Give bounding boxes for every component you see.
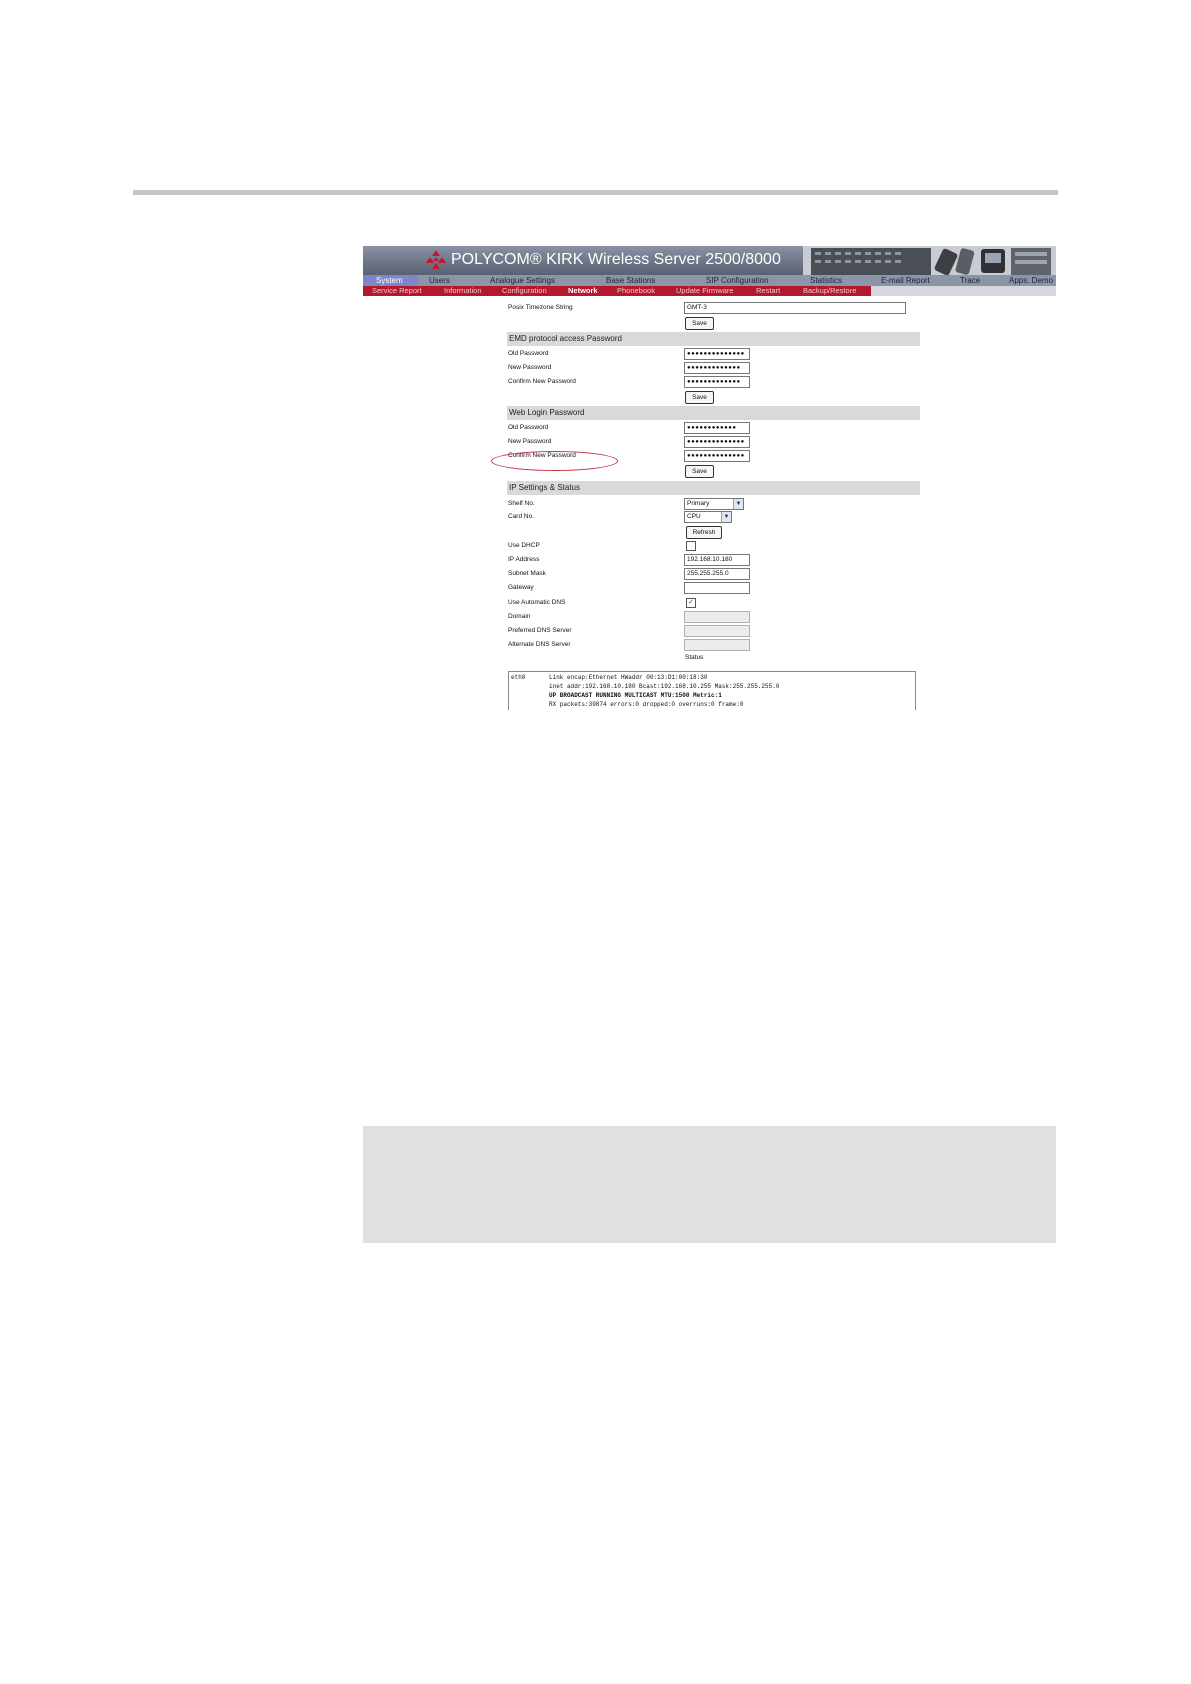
ip-address-label: IP Address: [508, 556, 540, 563]
ip-settings-highlight-ellipse: [491, 451, 618, 471]
refresh-button[interactable]: Refresh: [686, 526, 722, 539]
emd-old-password-label: Old Password: [508, 350, 549, 357]
emd-confirm-password-label: Confirm New Password: [508, 378, 576, 385]
web-new-password-label: New Password: [508, 438, 552, 445]
status-line-2: inet addr:192.168.10.180 Bcast:192.168.1…: [549, 683, 780, 690]
emd-new-password-label: New Password: [508, 364, 552, 371]
status-line-4: RX packets:39874 errors:0 dropped:0 over…: [549, 701, 744, 708]
ip-address-input[interactable]: 192.168.10.180: [684, 554, 750, 566]
preferred-dns-label: Preferred DNS Server: [508, 627, 572, 634]
shelf-no-value: Primary: [687, 500, 710, 507]
status-line-3: UP BROADCAST RUNNING MULTICAST MTU:1500 …: [549, 692, 722, 699]
web-password-section-header: Web Login Password: [507, 406, 920, 420]
note-box: [363, 1126, 1056, 1243]
emd-save-button[interactable]: Save: [685, 391, 714, 404]
domain-input: [684, 611, 750, 623]
emd-password-section-header: EMD protocol access Password: [507, 332, 920, 346]
chevron-down-icon[interactable]: ▼: [733, 499, 743, 509]
status-output: eth0 Link encap:Ethernet HWaddr 00:13:D1…: [508, 671, 916, 710]
use-automatic-dns-label: Use Automatic DNS: [508, 599, 566, 606]
checkmark-icon: ✓: [688, 599, 694, 606]
shelf-no-select[interactable]: Primary ▼: [684, 498, 744, 510]
gateway-input[interactable]: [684, 582, 750, 594]
ip-settings-section-header: IP Settings & Status: [507, 481, 920, 495]
status-interface: eth0: [511, 674, 526, 681]
card-no-value: CPU: [687, 513, 701, 520]
web-confirm-password-input[interactable]: ●●●●●●●●●●●●●●: [684, 450, 750, 462]
web-old-password-label: Old Password: [508, 424, 549, 431]
gateway-label: Gateway: [508, 584, 534, 591]
network-settings-form: Posix Timezone String GMT-3 Save EMD pro…: [363, 246, 1056, 710]
web-save-button[interactable]: Save: [685, 465, 714, 478]
screenshot-figure: POLYCOM® KIRK Wireless Server 2500/8000 …: [363, 246, 1056, 710]
use-dhcp-label: Use DHCP: [508, 542, 540, 549]
page-header-rule: [133, 190, 1058, 195]
status-label: Status: [685, 654, 704, 661]
emd-new-password-input[interactable]: ●●●●●●●●●●●●●: [684, 362, 750, 374]
emd-confirm-password-input[interactable]: ●●●●●●●●●●●●●: [684, 376, 750, 388]
preferred-dns-input: [684, 625, 750, 637]
shelf-no-label: Shelf No.: [508, 500, 535, 507]
posix-timezone-label: Posix Timezone String: [508, 304, 573, 311]
card-no-label: Card No.: [508, 513, 535, 520]
subnet-mask-label: Subnet Mask: [508, 570, 546, 577]
alternate-dns-label: Alternate DNS Server: [508, 641, 571, 648]
use-automatic-dns-checkbox[interactable]: ✓: [686, 598, 696, 608]
domain-label: Domain: [508, 613, 531, 620]
status-line-1: Link encap:Ethernet HWaddr 00:13:D1:00:1…: [549, 674, 708, 681]
use-dhcp-checkbox[interactable]: [686, 541, 696, 551]
emd-old-password-input[interactable]: ●●●●●●●●●●●●●●: [684, 348, 750, 360]
chevron-down-icon[interactable]: ▼: [721, 512, 731, 522]
card-no-select[interactable]: CPU ▼: [684, 511, 732, 523]
alternate-dns-input: [684, 639, 750, 651]
posix-timezone-input[interactable]: GMT-3: [684, 302, 906, 314]
web-old-password-input[interactable]: ●●●●●●●●●●●●: [684, 422, 750, 434]
subnet-mask-input[interactable]: 255.255.255.0: [684, 568, 750, 580]
posix-save-button[interactable]: Save: [685, 317, 714, 330]
web-new-password-input[interactable]: ●●●●●●●●●●●●●●: [684, 436, 750, 448]
